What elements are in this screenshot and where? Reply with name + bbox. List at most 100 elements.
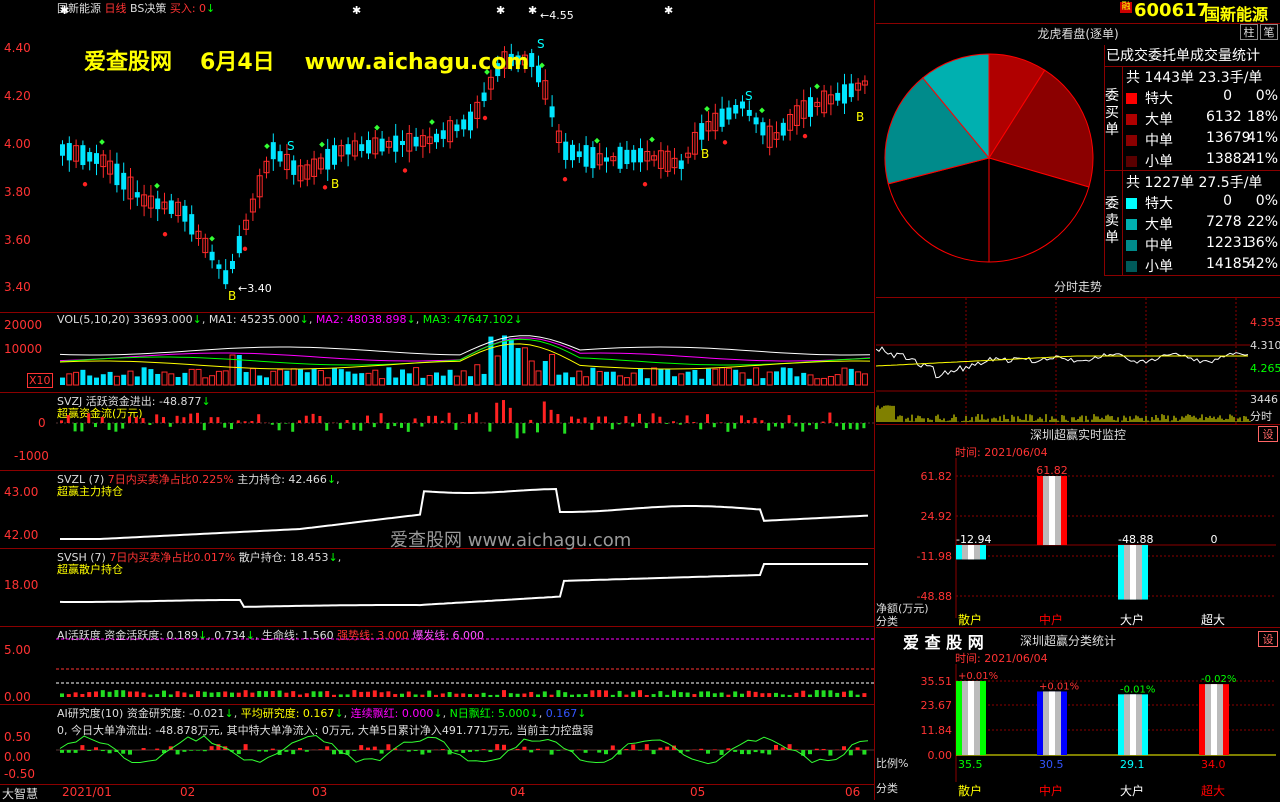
volume-bar xyxy=(414,368,419,385)
volume-bar xyxy=(325,378,330,385)
flow-bar xyxy=(203,423,206,430)
volume-bar xyxy=(373,370,378,385)
volume-bar xyxy=(169,374,174,385)
flow-bar xyxy=(550,410,553,423)
activity-bar xyxy=(808,695,812,697)
signal-marker xyxy=(374,125,380,131)
research-bar xyxy=(60,750,64,753)
signal-marker xyxy=(814,84,820,90)
monitor-value: -48.88 xyxy=(1118,533,1153,546)
candle-body xyxy=(550,106,555,117)
flow-bar xyxy=(339,423,342,429)
buy-row: 小单1388241% xyxy=(1126,151,1278,171)
order-count: 13679 xyxy=(1206,130,1232,146)
volume-pane[interactable]: VOL(5,10,20) 33693.000↓, MA1: 45235.000↓… xyxy=(0,313,874,393)
volume-bar xyxy=(658,369,663,385)
flow-bar xyxy=(189,414,192,423)
volume-bar xyxy=(393,378,398,385)
volume-bar xyxy=(624,378,629,385)
candle-body xyxy=(441,130,446,139)
order-size-label: 小单 xyxy=(1145,259,1173,275)
research-bar xyxy=(305,750,309,752)
order-percent: 41% xyxy=(1238,130,1278,146)
volume-bar xyxy=(67,374,72,385)
activity-bar xyxy=(733,691,737,697)
kline-pane[interactable]: 国新能源 日线 BS决策 买入: 0↓ 4.40 4.20 4.00 3.80 … xyxy=(0,0,874,313)
classify-ratio: 30.5 xyxy=(1039,758,1064,771)
fund-flow-pane[interactable]: SVZJ 活跃资金进出: -48.877↓ 超赢资金流(万元) 0 -1000 xyxy=(0,393,874,471)
price-label: 4.265 xyxy=(1250,362,1280,375)
research-bar xyxy=(604,750,608,754)
volume-bar xyxy=(536,371,541,385)
volume-bar xyxy=(835,375,840,385)
y-label: 61.82 xyxy=(921,470,953,483)
volume-bar xyxy=(244,372,249,385)
classify-bar-highlight xyxy=(1049,691,1055,755)
volume-bar xyxy=(706,369,711,385)
sell-total: 共 1227单 27.5手/单 xyxy=(1126,172,1262,192)
candle-body xyxy=(60,144,65,155)
classify-category: 超大 xyxy=(1201,783,1225,798)
activity-bar xyxy=(346,694,350,697)
signal-marker xyxy=(643,182,647,186)
note-button[interactable]: 笔 xyxy=(1260,24,1278,40)
activity-bar xyxy=(230,693,234,697)
main-holding-pane[interactable]: SVZL (7) 7日内买卖净占比0.225% 主力持仓: 42.466↓, 超… xyxy=(0,471,874,549)
activity-bar xyxy=(726,695,730,697)
pillar-button[interactable]: 柱 xyxy=(1240,24,1258,40)
activity-bar xyxy=(210,693,214,697)
research-bar xyxy=(747,750,751,754)
ai-research-pane[interactable]: AI研究度(10) 资金研究度: -0.021↓, 平均研究度: 0.167↓,… xyxy=(0,705,874,785)
flow-bar xyxy=(638,414,641,423)
volume-bar xyxy=(162,372,167,385)
candle-body xyxy=(842,84,847,103)
ai-activity-pane[interactable]: AI活跃度 资金活跃度: 0.189↓, 0.734↓, 生命线: 1.560 … xyxy=(0,627,874,705)
order-size-label: 中单 xyxy=(1145,133,1173,149)
buy-row: 大单613218% xyxy=(1126,109,1278,129)
candle-body xyxy=(808,97,813,117)
flow-bar xyxy=(162,417,165,423)
activity-bar xyxy=(740,694,744,697)
activity-bar xyxy=(284,693,288,697)
volume-ma-line xyxy=(60,336,870,355)
flow-bar xyxy=(216,417,219,423)
timeshare-chart[interactable] xyxy=(876,298,1280,424)
monitor-bar-chart: 61.8224.92-11.98-48.88-12.94散户61.82中户-48… xyxy=(876,458,1280,628)
volume-bar xyxy=(726,368,731,385)
monitor-title: 深圳超赢实时监控 xyxy=(876,426,1280,444)
volume-bar xyxy=(121,375,126,385)
flow-bar xyxy=(475,412,478,423)
flow-bar xyxy=(373,423,376,427)
flow-bar xyxy=(679,423,682,425)
research-bar xyxy=(271,749,275,750)
research-bar xyxy=(128,750,132,755)
activity-bar xyxy=(108,692,112,697)
order-count: 12231 xyxy=(1206,235,1232,251)
research-bar xyxy=(196,750,200,751)
volume-bar xyxy=(264,377,269,385)
candle-body xyxy=(271,142,276,159)
classify-settings-button[interactable]: 设 xyxy=(1258,631,1278,647)
research-bar xyxy=(182,750,186,752)
research-bar xyxy=(740,750,744,754)
volume-bar xyxy=(346,372,351,385)
volume-bar xyxy=(550,354,555,385)
volume-bar xyxy=(380,379,385,385)
research-bar xyxy=(108,750,112,753)
monitor-category: 散户 xyxy=(958,612,982,627)
flow-bar xyxy=(94,423,97,427)
flow-bar xyxy=(420,423,423,427)
flow-bar xyxy=(760,420,763,423)
flow-bar xyxy=(529,420,532,423)
monitor-settings-button[interactable]: 设 xyxy=(1258,426,1278,442)
signal-marker xyxy=(483,116,487,120)
research-bar xyxy=(808,750,812,754)
activity-bar xyxy=(278,691,282,697)
research-bar xyxy=(849,750,853,755)
research-bar xyxy=(210,746,214,750)
flow-bar xyxy=(230,423,233,429)
color-swatch xyxy=(1126,135,1137,146)
research-bar xyxy=(237,750,241,754)
retail-holding-pane[interactable]: SVSH (7) 7日内买卖净占比0.017% 散户持仓: 18.453↓, 超… xyxy=(0,549,874,627)
signal-marker xyxy=(154,183,160,189)
